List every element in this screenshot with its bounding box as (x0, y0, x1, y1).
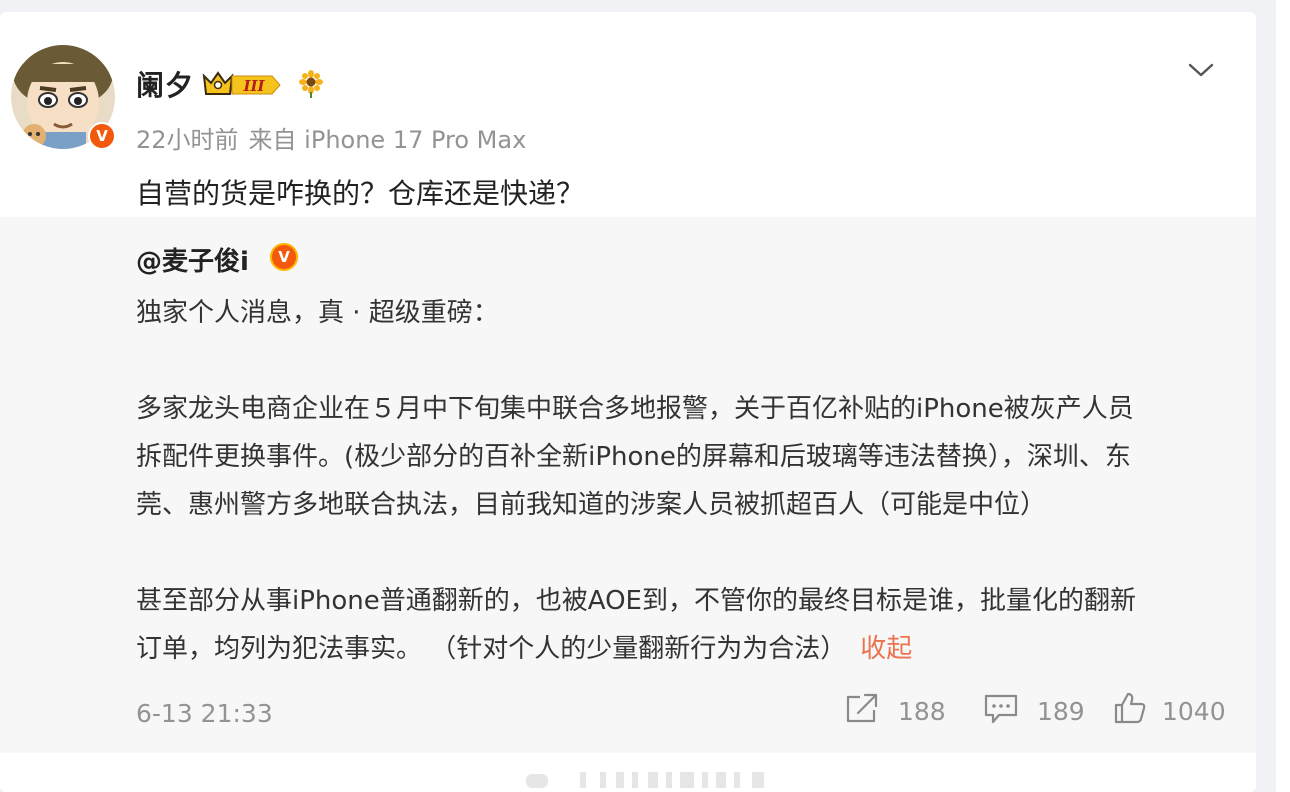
repost-line: 订单，均列为犯法事实。 （针对个人的少量翻新行为为合法） (136, 634, 847, 664)
share-button[interactable]: 188 (844, 689, 954, 729)
scrollbar-track[interactable] (1276, 0, 1290, 792)
post-time[interactable]: 22小时前 (136, 126, 239, 154)
comment-button[interactable]: 189 (983, 689, 1093, 729)
repost-paragraph-3: 甚至部分从事iPhone普通翻新的，也被AOE到，不管你的最终目标是谁，批量化的… (136, 577, 1226, 673)
repost-author[interactable]: @麦子俊i (136, 241, 249, 278)
crown-icon[interactable]: III (202, 70, 282, 104)
post-meta: 22小时前 来自 iPhone 17 Pro Max (136, 120, 536, 155)
verified-badge-icon: V (88, 122, 116, 150)
comment-icon (984, 694, 1018, 724)
comment-count: 189 (1037, 697, 1085, 726)
verified-badge-icon: V (270, 243, 298, 271)
repost-paragraph-1: 独家个人消息，真 · 超级重磅： (136, 289, 1226, 337)
repost-line: 拆配件更换事件。(极少部分的百补全新iPhone的屏幕和后玻璃等违法替换），深圳… (136, 442, 1131, 472)
like-count: 1040 (1162, 697, 1226, 726)
thumbs-up-icon (1114, 692, 1146, 724)
share-icon (846, 693, 878, 723)
repost-box[interactable]: @麦子俊i V 独家个人消息，真 · 超级重磅： 多家龙头电商企业在５月中下旬集… (0, 217, 1256, 753)
post-source: 来自 iPhone 17 Pro Max (248, 126, 527, 154)
repost-timestamp[interactable]: 6-13 21:33 (136, 699, 273, 728)
repost-line: 独家个人消息，真 · 超级重磅： (136, 298, 499, 328)
share-count: 188 (898, 697, 946, 726)
repost-line: 多家龙头电商企业在５月中下旬集中联合多地报警，关于百亿补贴的iPhone被灰产人… (136, 394, 1134, 424)
post-card: V 阑夕 III 22小时前 来自 iPhone 17 Pro Max 自营的货… (0, 12, 1256, 792)
avatar[interactable]: V (10, 44, 116, 150)
collapse-link[interactable]: 收起 (860, 634, 912, 664)
repost-line: 莞、惠州警方多地联合执法，目前我知道的涉案人员被抓超百人（可能是中位） (136, 490, 1047, 520)
username[interactable]: 阑夕 (136, 64, 194, 104)
repost-paragraph-2: 多家龙头电商企业在５月中下旬集中联合多地报警，关于百亿补贴的iPhone被灰产人… (136, 385, 1226, 529)
like-button[interactable]: 1040 (1112, 689, 1242, 729)
post-text: 自营的货是咋换的？仓库还是快递？ (136, 177, 585, 210)
repost-line: 甚至部分从事iPhone普通翻新的，也被AOE到，不管你的最终目标是谁，批量化的… (136, 586, 1136, 616)
sunflower-icon[interactable] (296, 70, 326, 102)
member-level-label: III (242, 77, 265, 95)
loading-placeholder (520, 772, 780, 792)
chevron-down-icon[interactable] (1186, 58, 1216, 82)
